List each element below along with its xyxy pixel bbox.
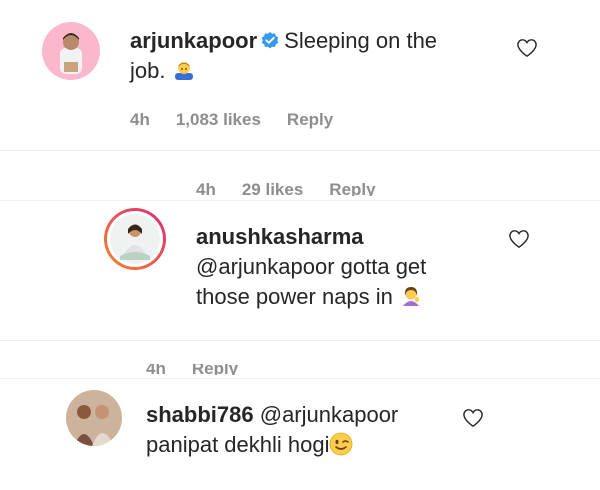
mention-link[interactable]: @arjunkapoor	[260, 402, 399, 427]
avatar-photo	[110, 214, 160, 264]
mention-link[interactable]: @arjunkapoor	[196, 254, 335, 279]
likes-count[interactable]: 1,083 likes	[176, 110, 261, 129]
woman-tipping-hand-emoji	[403, 287, 420, 306]
username-link[interactable]: arjunkapoor	[130, 28, 257, 53]
avatar[interactable]	[104, 208, 166, 270]
comment-meta: 4h 1,083 likes Reply	[130, 110, 359, 130]
comment-body: arjunkapoor Sleeping on the job.	[130, 26, 490, 86]
reply-button[interactable]: Reply	[329, 180, 375, 196]
avatar[interactable]	[66, 390, 122, 446]
timestamp: 4h	[146, 364, 166, 375]
likes-count[interactable]: 29 likes	[242, 180, 303, 196]
screenshot-seam	[0, 378, 600, 379]
comment-text-line2: panipat dekhli hogi	[146, 432, 330, 457]
comment-body: shabbi786 @arjunkapoor panipat dekhli ho…	[146, 400, 466, 460]
previous-comment-meta: 4h Reply	[146, 364, 238, 375]
comment-text-line1: Sleeping on the	[284, 28, 438, 53]
screenshot-seam	[0, 200, 600, 201]
comment-text-line2: those power naps in	[196, 284, 393, 309]
reply-button[interactable]: Reply	[287, 110, 333, 129]
previous-comment-meta: 4h 29 likes Reply	[196, 178, 376, 196]
avatar[interactable]	[42, 22, 100, 80]
screenshot-seam	[0, 340, 600, 341]
comment-body: anushkasharma @arjunkapoor gotta get tho…	[196, 222, 496, 312]
comment-text-line1: gotta get	[340, 254, 427, 279]
screenshot-seam	[0, 150, 600, 151]
person-sleeping-emoji	[174, 62, 193, 80]
username-link[interactable]: anushkasharma	[196, 224, 364, 249]
timestamp: 4h	[196, 180, 216, 196]
reply-button[interactable]: Reply	[192, 364, 238, 375]
username-link[interactable]: shabbi786	[146, 402, 254, 427]
verified-badge-icon	[261, 32, 279, 49]
avatar-photo	[42, 22, 100, 80]
avatar-photo	[66, 390, 122, 446]
timestamp: 4h	[130, 110, 150, 129]
comment-text-line2: job.	[130, 58, 166, 83]
like-heart-icon[interactable]	[462, 408, 484, 428]
like-heart-icon[interactable]	[516, 38, 538, 58]
like-heart-icon[interactable]	[508, 229, 530, 249]
winking-face-emoji	[330, 432, 353, 456]
